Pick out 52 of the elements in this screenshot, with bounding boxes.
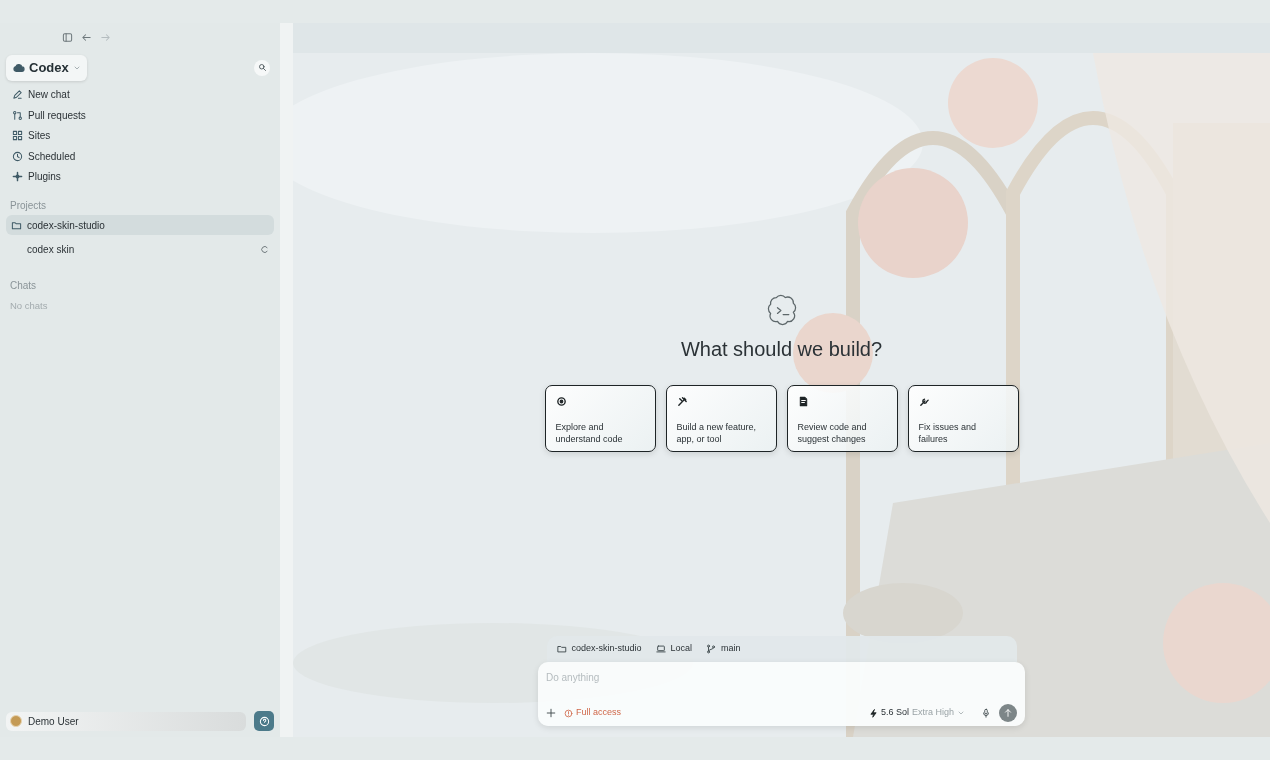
suggestion-card[interactable]: Fix issues and failures bbox=[907, 385, 1019, 452]
user-profile[interactable]: Demo User bbox=[6, 711, 246, 731]
microphone-button[interactable] bbox=[981, 708, 991, 718]
wrench-icon bbox=[918, 396, 930, 407]
microphone-icon bbox=[981, 708, 991, 718]
help-button[interactable] bbox=[254, 711, 274, 731]
workspace-switcher[interactable]: Codex bbox=[6, 55, 87, 81]
model-selector[interactable]: 5.6 Sol Extra High bbox=[868, 706, 965, 720]
back-arrow-icon[interactable] bbox=[81, 32, 92, 43]
folder-icon bbox=[556, 644, 567, 654]
avatar bbox=[10, 715, 22, 727]
project-item[interactable]: codex-skin-studio bbox=[6, 215, 274, 235]
prompt-input[interactable]: Do anything bbox=[546, 670, 1017, 685]
project-thread[interactable]: codex skin bbox=[6, 239, 274, 259]
access-selector[interactable]: Full access bbox=[564, 706, 621, 720]
cloud-icon bbox=[12, 61, 25, 75]
sidebar-item[interactable]: Plugins bbox=[6, 166, 274, 187]
sidebar-item[interactable]: New chat bbox=[6, 84, 274, 105]
empty-message: No chats bbox=[9, 299, 49, 313]
warning-icon bbox=[564, 708, 573, 718]
grid-icon bbox=[12, 130, 23, 142]
attach-button[interactable] bbox=[546, 708, 556, 718]
plus-icon bbox=[546, 708, 556, 718]
sidebar-item[interactable]: Sites bbox=[6, 125, 274, 146]
eye-icon bbox=[555, 396, 567, 407]
help-icon bbox=[258, 715, 270, 727]
send-button[interactable] bbox=[999, 704, 1017, 722]
context-chip[interactable]: codex-skin-studio bbox=[556, 642, 642, 656]
section-heading: Chats bbox=[9, 278, 38, 293]
suggestion-card[interactable]: Build a new feature, app, or tool bbox=[665, 385, 777, 452]
arrow-up-icon bbox=[1003, 708, 1013, 718]
search-button[interactable] bbox=[254, 59, 270, 76]
compose-icon bbox=[12, 89, 23, 101]
context-chip[interactable]: Local bbox=[655, 642, 693, 656]
context-chip[interactable]: main bbox=[706, 642, 741, 656]
document-icon bbox=[797, 396, 809, 407]
search-icon bbox=[257, 63, 267, 73]
chevron-down-icon bbox=[957, 709, 965, 717]
branch-icon bbox=[706, 644, 717, 654]
sidebar-toggle-icon[interactable] bbox=[62, 32, 73, 43]
laptop-icon bbox=[655, 644, 666, 654]
suggestion-card[interactable]: Explore and understand code bbox=[544, 385, 656, 452]
lightning-icon bbox=[868, 708, 878, 718]
section-heading: Projects bbox=[9, 198, 48, 213]
heading: What should we build? bbox=[680, 337, 883, 361]
sidebar-item[interactable]: Scheduled bbox=[6, 146, 274, 167]
suggestion-card[interactable]: Review code and suggest changes bbox=[786, 385, 898, 452]
sidebar-item[interactable]: Pull requests bbox=[6, 105, 274, 126]
branch-icon bbox=[12, 109, 23, 121]
clock-icon bbox=[12, 150, 23, 162]
hammer-icon bbox=[676, 396, 688, 407]
folder-icon bbox=[11, 219, 22, 231]
